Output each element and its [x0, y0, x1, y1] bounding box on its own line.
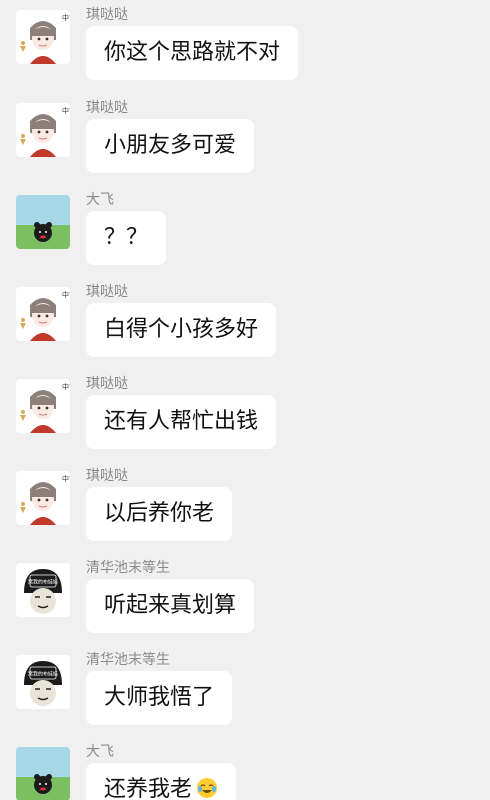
- qi-avatar[interactable]: 中吉: [16, 103, 70, 157]
- message-bubble[interactable]: ？？: [86, 211, 167, 265]
- meme-avatar[interactable]: 窝我的布娃娃: [16, 655, 70, 709]
- message-bubble[interactable]: 大师我悟了: [86, 671, 233, 725]
- badge-text: 窝我的布娃娃: [28, 579, 58, 586]
- message-bubble[interactable]: 小朋友多可爱: [86, 119, 255, 173]
- chat-message: 窝我的布娃娃 清华池末等生 听起来真划算: [0, 553, 490, 645]
- chat-message: 中吉 琪哒哒 小朋友多可爱: [0, 93, 490, 185]
- chat-message: 中吉 琪哒哒 以后养你老: [0, 461, 490, 553]
- message-bubble[interactable]: 以后养你老: [86, 487, 233, 541]
- qi-avatar[interactable]: 中吉: [16, 10, 70, 64]
- chat-message: 大飞 ？？: [0, 185, 490, 277]
- avatar-side-text: 中吉: [62, 474, 70, 483]
- sender-name: 大飞: [86, 744, 114, 760]
- chat-message: 中吉 琪哒哒 你这个思路就不对: [0, 0, 490, 92]
- message-bubble[interactable]: 还有人帮忙出钱: [86, 395, 277, 449]
- sender-name: 大飞: [86, 192, 114, 208]
- message-bubble[interactable]: 你这个思路就不对: [86, 26, 299, 80]
- avatar-side-text: 中吉: [62, 290, 70, 299]
- sender-name: 清华池末等生: [86, 652, 170, 668]
- meme-avatar[interactable]: 窝我的布娃娃: [16, 563, 70, 617]
- laugh-cry-emoji: [196, 766, 218, 798]
- sender-name: 琪哒哒: [86, 376, 128, 392]
- message-bubble[interactable]: 还养我老: [86, 763, 237, 800]
- qi-avatar[interactable]: 中吉: [16, 287, 70, 341]
- qi-avatar[interactable]: 中吉: [16, 379, 70, 433]
- chat-message: 大飞 还养我老: [0, 737, 490, 800]
- message-text: 还养我老: [104, 777, 193, 800]
- dafei-avatar[interactable]: [16, 195, 70, 249]
- chat-message: 中吉 琪哒哒 还有人帮忙出钱: [0, 369, 490, 461]
- sender-name: 琪哒哒: [86, 7, 128, 23]
- sender-name: 琪哒哒: [86, 284, 128, 300]
- sender-name: 琪哒哒: [86, 468, 128, 484]
- avatar-side-text: 中吉: [62, 106, 70, 115]
- badge-text: 窝我的布娃娃: [28, 671, 58, 678]
- avatar-side-text: 中吉: [62, 13, 70, 22]
- chat-message: 窝我的布娃娃 清华池末等生 大师我悟了: [0, 645, 490, 737]
- chat-message: 中吉 琪哒哒 白得个小孩多好: [0, 277, 490, 369]
- message-bubble[interactable]: 白得个小孩多好: [86, 303, 277, 357]
- sender-name: 琪哒哒: [86, 100, 128, 116]
- message-bubble[interactable]: 听起来真划算: [86, 579, 255, 633]
- dafei-avatar[interactable]: [16, 747, 70, 800]
- avatar-side-text: 中吉: [62, 382, 70, 391]
- qi-avatar[interactable]: 中吉: [16, 471, 70, 525]
- sender-name: 清华池末等生: [86, 560, 170, 576]
